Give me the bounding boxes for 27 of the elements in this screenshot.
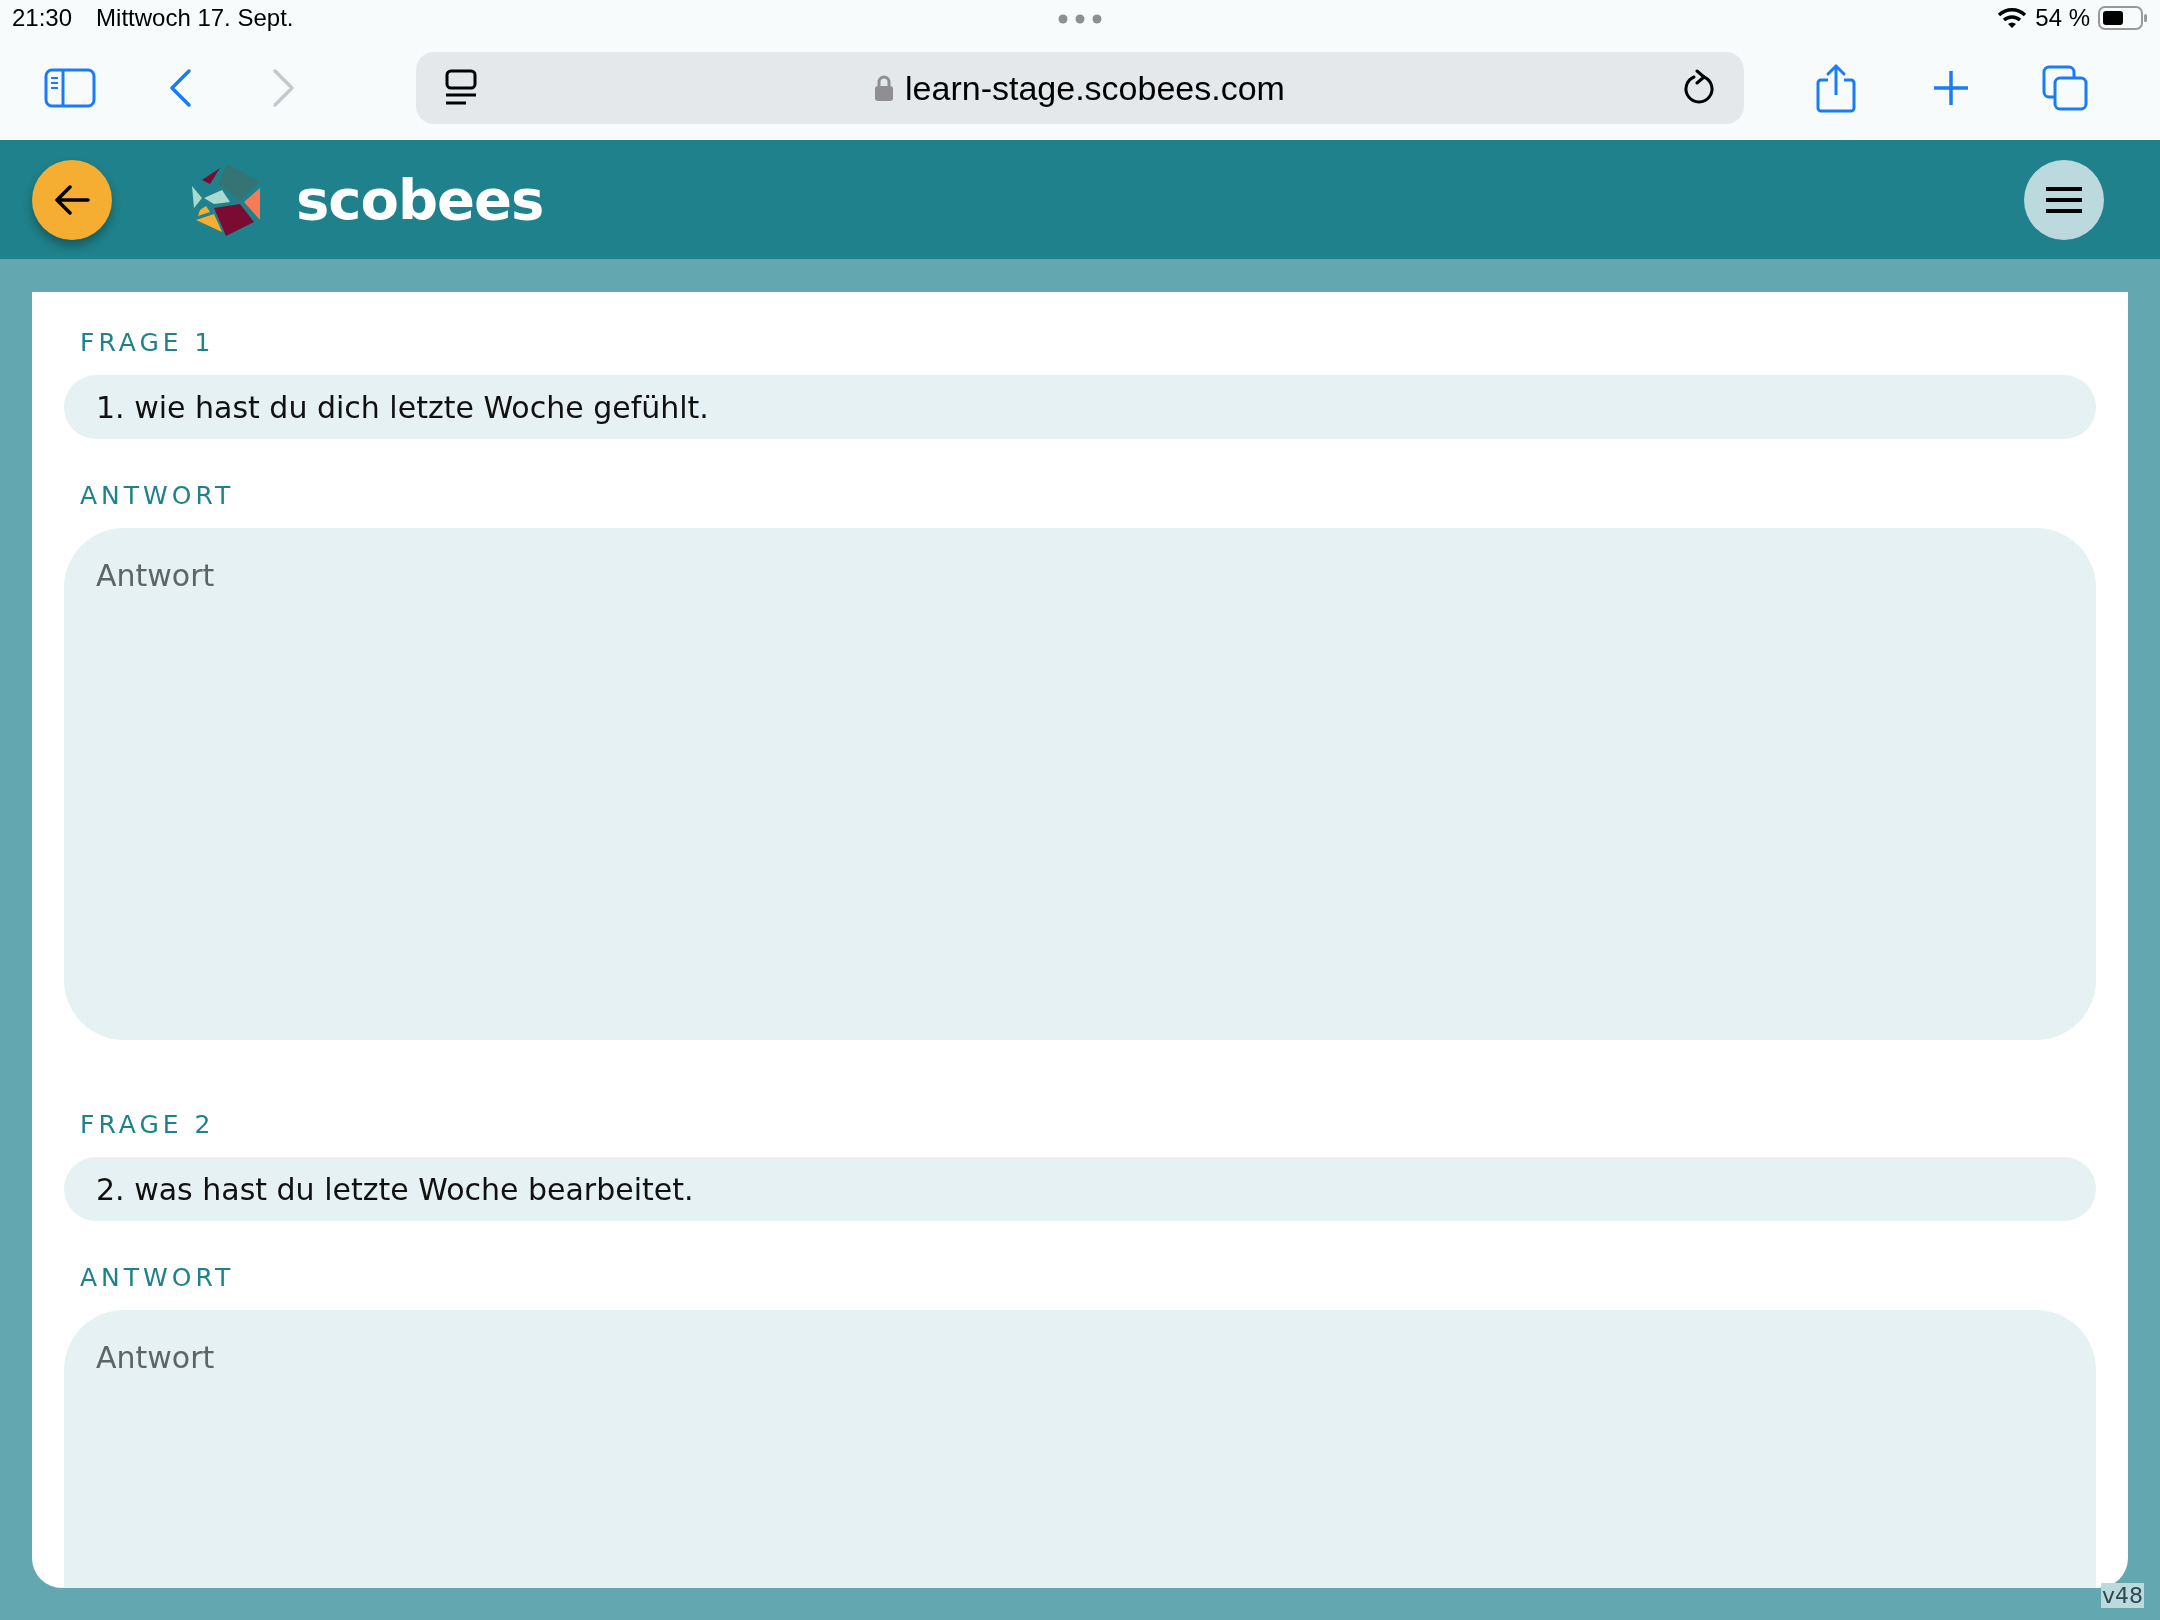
- answer-field[interactable]: Antwort: [64, 528, 2096, 1040]
- address-bar[interactable]: learn-stage.scobees.com: [416, 52, 1744, 124]
- question-text: 2. was hast du letzte Woche bearbeitet.: [64, 1157, 2096, 1221]
- back-button[interactable]: [32, 159, 112, 240]
- brand-name: scobees: [296, 167, 544, 232]
- lock-icon: [875, 75, 894, 101]
- battery-percentage: 54 %: [2035, 4, 2090, 32]
- version-label: v48: [2101, 1583, 2144, 1608]
- answer-label: ANTWORT: [80, 481, 236, 510]
- url-text: learn-stage.scobees.com: [905, 68, 1285, 108]
- new-tab-button[interactable]: [1932, 69, 1970, 107]
- question-label: FRAGE 2: [80, 1110, 216, 1139]
- share-button[interactable]: [1816, 63, 1856, 113]
- question-text: 1. wie hast du dich letzte Woche gefühlt.: [64, 375, 2096, 439]
- more-dots-icon[interactable]: [1058, 14, 1102, 24]
- menu-icon: [2046, 186, 2082, 213]
- left-arrow-icon: [54, 184, 90, 215]
- battery-icon: [2098, 6, 2148, 30]
- answer-field[interactable]: Antwort: [64, 1310, 2096, 1588]
- answer-label: ANTWORT: [80, 1263, 236, 1292]
- reader-icon[interactable]: [444, 69, 478, 107]
- status-time: 21:30: [12, 4, 73, 32]
- question-label: FRAGE 1: [80, 328, 216, 357]
- tabs-button[interactable]: [2042, 65, 2088, 111]
- wifi-icon: [1997, 7, 2028, 29]
- status-date: Mittwoch 17. Sept.: [96, 4, 294, 32]
- sidebar-button[interactable]: [44, 68, 96, 108]
